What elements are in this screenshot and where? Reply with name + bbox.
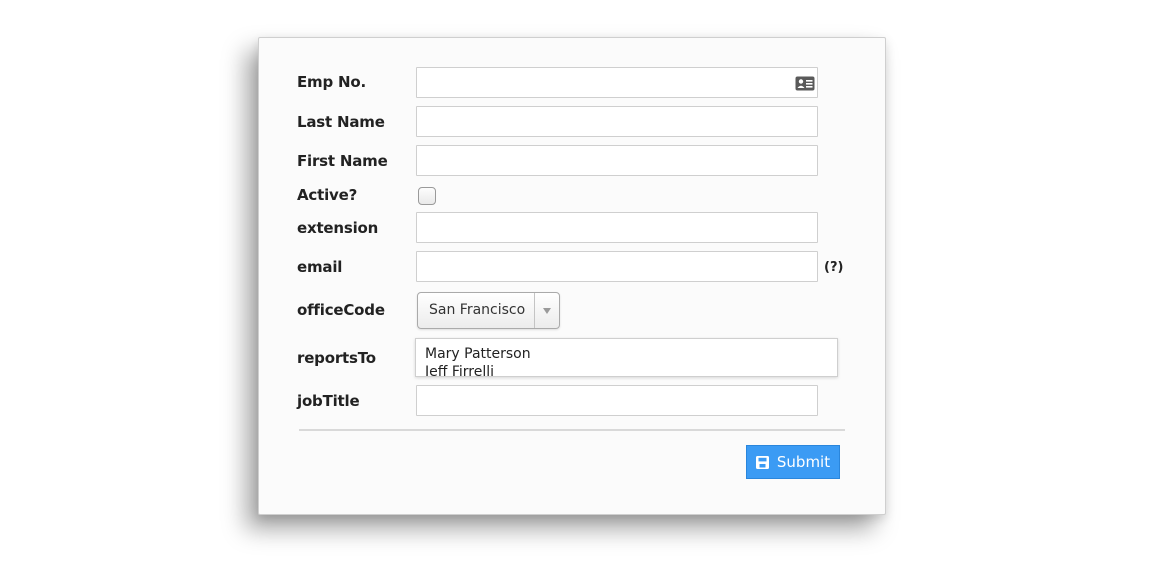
- emp-no-input[interactable]: [416, 67, 818, 98]
- email-label: email: [297, 258, 343, 276]
- active-label: Active?: [297, 186, 358, 204]
- chevron-down-icon: [543, 308, 551, 314]
- office-code-dropdown-button[interactable]: [534, 293, 559, 328]
- first-name-label: First Name: [297, 152, 388, 170]
- office-code-selected-value: San Francisco: [429, 302, 526, 318]
- last-name-input[interactable]: [416, 106, 818, 137]
- form-divider: [299, 429, 845, 431]
- email-input[interactable]: [416, 251, 818, 282]
- extension-input[interactable]: [416, 212, 818, 243]
- id-card-icon: [795, 76, 815, 91]
- email-help-link[interactable]: (?): [824, 260, 843, 275]
- reports-to-option[interactable]: Jeff Firrelli: [416, 363, 837, 376]
- submit-button[interactable]: Submit: [746, 445, 840, 479]
- first-name-input[interactable]: [416, 145, 818, 176]
- submit-label: Submit: [776, 453, 831, 471]
- extension-label: extension: [297, 219, 379, 237]
- reports-to-label: reportsTo: [297, 349, 376, 367]
- reports-to-option[interactable]: Mary Patterson: [416, 345, 837, 363]
- job-title-input[interactable]: [416, 385, 818, 416]
- reports-to-listbox[interactable]: Mary Patterson Jeff Firrelli: [415, 338, 838, 377]
- employee-form-panel: Emp No. Last Name First Name Active? ext…: [258, 37, 886, 515]
- office-code-select[interactable]: San Francisco: [417, 292, 560, 329]
- office-code-label: officeCode: [297, 301, 385, 319]
- active-checkbox[interactable]: [418, 187, 436, 205]
- emp-no-label: Emp No.: [297, 73, 366, 91]
- last-name-label: Last Name: [297, 113, 385, 131]
- save-icon: [755, 455, 769, 469]
- job-title-label: jobTitle: [297, 392, 360, 410]
